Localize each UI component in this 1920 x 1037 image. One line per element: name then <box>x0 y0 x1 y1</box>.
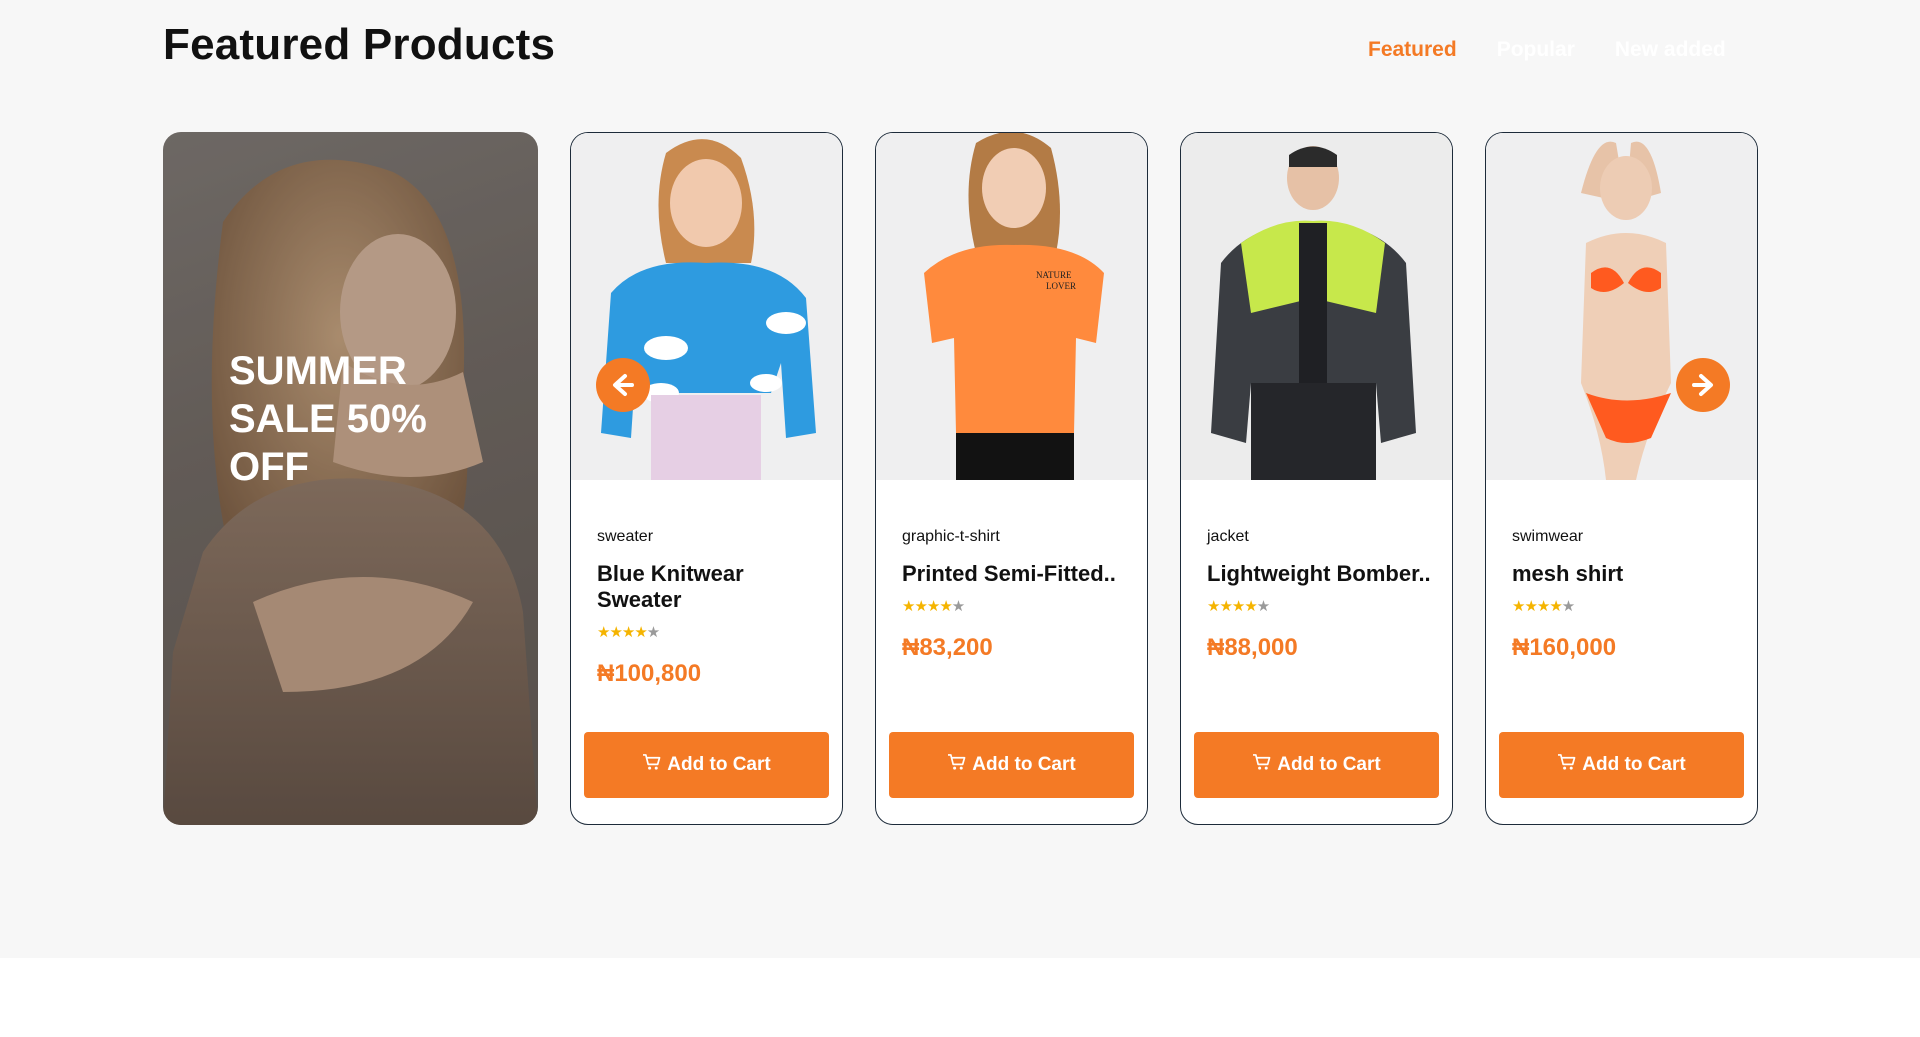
add-to-cart-button[interactable]: Add to Cart <box>1499 732 1744 798</box>
star-empty-icon: ★ <box>951 598 965 615</box>
sweater-model-image <box>571 133 842 480</box>
svg-text:LOVER: LOVER <box>1046 281 1076 291</box>
product-image[interactable] <box>1486 133 1757 480</box>
product-category: swimwear <box>1512 528 1584 545</box>
arrow-right-icon <box>1692 374 1713 396</box>
product-card[interactable]: sweater Blue Knitwear Sweater ★★★★★ ₦100… <box>570 132 843 825</box>
tab-new-added[interactable]: New added <box>1615 38 1726 62</box>
star-icon: ★★★★ <box>1512 598 1563 615</box>
product-price: ₦100,800 <box>597 660 702 687</box>
jacket-model-image <box>1181 133 1452 480</box>
promo-banner[interactable]: SUMMER SALE 50% OFF <box>163 132 538 825</box>
tab-featured[interactable]: Featured <box>1368 38 1457 62</box>
page-title: Featured Products <box>163 20 556 69</box>
cart-icon <box>1252 753 1271 777</box>
tab-popular[interactable]: Popular <box>1497 38 1575 62</box>
add-to-cart-button[interactable]: Add to Cart <box>1194 732 1439 798</box>
promo-headline: SUMMER SALE 50% OFF <box>229 349 427 489</box>
rating-stars: ★★★★★ <box>1512 597 1575 615</box>
product-image[interactable] <box>1181 133 1452 480</box>
cart-icon <box>1557 753 1576 777</box>
add-to-cart-button[interactable]: Add to Cart <box>889 732 1134 798</box>
product-price: ₦88,000 <box>1207 634 1298 661</box>
arrow-left-icon <box>613 374 634 396</box>
product-image[interactable] <box>571 133 842 480</box>
star-empty-icon: ★ <box>1256 598 1270 615</box>
product-name[interactable]: Blue Knitwear Sweater <box>597 561 827 613</box>
add-to-cart-label: Add to Cart <box>1277 754 1381 775</box>
product-name[interactable]: mesh shirt <box>1512 561 1742 587</box>
star-icon: ★★★★ <box>1207 598 1258 615</box>
product-card[interactable]: swimwear mesh shirt ★★★★★ ₦160,000 Add t… <box>1485 132 1758 825</box>
product-price: ₦160,000 <box>1512 634 1617 661</box>
product-name[interactable]: Printed Semi-Fitted.. <box>902 561 1132 587</box>
carousel-prev-button[interactable] <box>596 358 650 412</box>
add-to-cart-label: Add to Cart <box>667 754 771 775</box>
product-category: sweater <box>597 528 654 545</box>
product-category: jacket <box>1207 528 1249 545</box>
rating-stars: ★★★★★ <box>597 623 660 641</box>
product-image[interactable]: NATURE LOVER <box>876 133 1147 480</box>
carousel-next-button[interactable] <box>1676 358 1730 412</box>
add-to-cart-label: Add to Cart <box>972 754 1076 775</box>
add-to-cart-button[interactable]: Add to Cart <box>584 732 829 798</box>
product-name[interactable]: Lightweight Bomber.. <box>1207 561 1437 587</box>
star-icon: ★★★★ <box>902 598 953 615</box>
star-empty-icon: ★ <box>646 624 660 641</box>
rating-stars: ★★★★★ <box>902 597 965 615</box>
tshirt-model-image: NATURE LOVER <box>876 133 1147 480</box>
add-to-cart-label: Add to Cart <box>1582 754 1686 775</box>
product-category: graphic-t-shirt <box>902 528 1000 545</box>
featured-products-section: Featured Products Featured Popular New a… <box>0 0 1920 958</box>
swimwear-model-image <box>1486 133 1757 480</box>
product-price: ₦83,200 <box>902 634 993 661</box>
product-card[interactable]: jacket Lightweight Bomber.. ★★★★★ ₦88,00… <box>1180 132 1453 825</box>
product-tabs: Featured Popular New added <box>1368 38 1726 62</box>
star-icon: ★★★★ <box>597 624 648 641</box>
cart-icon <box>947 753 966 777</box>
star-empty-icon: ★ <box>1561 598 1575 615</box>
product-card[interactable]: NATURE LOVER graphic-t-shirt Printed Sem… <box>875 132 1148 825</box>
rating-stars: ★★★★★ <box>1207 597 1270 615</box>
cart-icon <box>642 753 661 777</box>
svg-text:NATURE: NATURE <box>1036 270 1072 280</box>
